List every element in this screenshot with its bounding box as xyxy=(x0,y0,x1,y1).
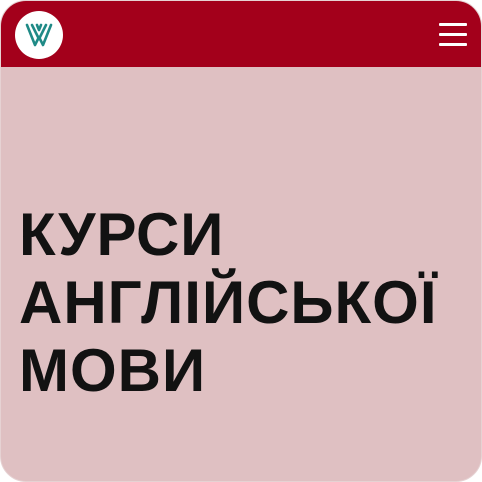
top-header-bar xyxy=(1,1,481,67)
hero-title-line-2: АНГЛІЙСЬКОЇ xyxy=(19,269,438,336)
leaf-v-logo-icon xyxy=(25,23,53,47)
hero-title-line-3: МОВИ xyxy=(19,337,207,404)
hamburger-menu-icon[interactable] xyxy=(437,19,469,51)
hero-title-line-1: КУРСИ xyxy=(19,201,225,268)
app-frame: КУРСИ АНГЛІЙСЬКОЇ МОВИ xyxy=(0,0,482,482)
hero-title: КУРСИ АНГЛІЙСЬКОЇ МОВИ xyxy=(19,201,469,405)
site-logo[interactable] xyxy=(15,11,63,59)
